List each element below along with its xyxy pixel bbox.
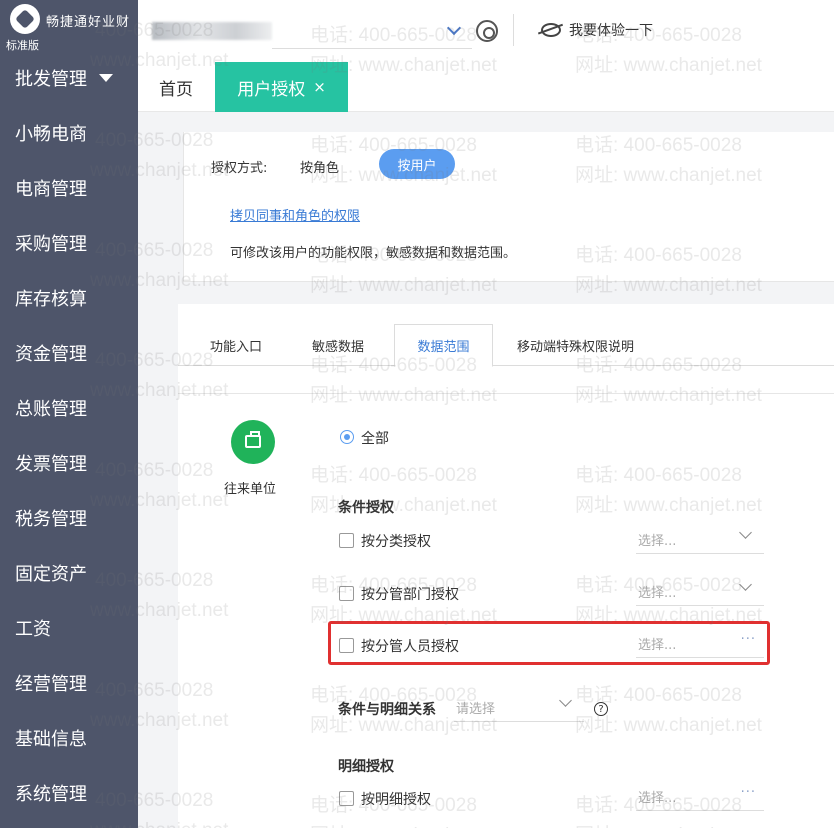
tab-mobile-permissions[interactable]: 移动端特殊权限说明 [517, 324, 634, 366]
sidebar-item-label: 基础信息 [15, 728, 87, 750]
main-content: 授权方式: 按角色 按用户 拷贝同事和角色的权限 可修改该用户的功能权限，敏感数… [138, 112, 834, 828]
briefcase-icon [245, 431, 261, 448]
tab-functions[interactable]: 功能入口 [210, 324, 262, 366]
sidebar-item-fixed-assets[interactable]: 固定资产 [0, 545, 138, 600]
permission-panel: 功能入口 敏感数据 数据范围 移动端特殊权限说明 往来单位 全部 条件授权 按分… [178, 304, 834, 828]
by-detail-label: 按明细授权 [361, 792, 431, 808]
tab-data-range[interactable]: 数据范围 [394, 324, 493, 367]
tab-label: 首页 [159, 79, 193, 100]
select-placeholder: 选择... [638, 791, 677, 806]
sidebar-item-label: 总账管理 [15, 398, 87, 420]
planet-icon [541, 23, 561, 37]
sidebar-item-xiaochang-ecommerce[interactable]: 小畅电商 [0, 105, 138, 160]
all-radio[interactable] [340, 430, 354, 444]
highlight-box [328, 621, 770, 665]
condition-auth-title: 条件授权 [338, 500, 394, 516]
relation-label: 条件与明细关系 [338, 702, 436, 718]
copy-permissions-link[interactable]: 拷贝同事和角色的权限 [230, 205, 360, 224]
sidebar-item-payroll[interactable]: 工资 [0, 600, 138, 655]
select-placeholder: 请选择 [456, 702, 496, 717]
sidebar-item-funds[interactable]: 资金管理 [0, 325, 138, 380]
header-bar: 我要体验一下 [138, 0, 834, 62]
sidebar-item-inventory[interactable]: 库存核算 [0, 270, 138, 325]
chevron-down-icon [739, 578, 752, 591]
trial-label: 我要体验一下 [569, 23, 653, 39]
auth-mode-label: 授权方式: [211, 161, 268, 176]
sidebar-item-ecommerce[interactable]: 电商管理 [0, 160, 138, 215]
sidebar-item-label: 工资 [15, 618, 51, 640]
close-icon[interactable]: × [313, 78, 326, 96]
sidebar-item-label: 采购管理 [15, 233, 87, 255]
detail-select[interactable]: 选择... ··· [636, 781, 764, 811]
by-user-option[interactable]: 按用户 [379, 149, 455, 179]
permission-tabs: 功能入口 敏感数据 数据范围 移动端特殊权限说明 [178, 324, 834, 367]
sidebar-item-system[interactable]: 系统管理 [0, 765, 138, 820]
sidebar-item-wholesale[interactable]: 批发管理 [0, 50, 138, 105]
client-object-button[interactable] [231, 420, 275, 464]
tab-home[interactable]: 首页 [159, 62, 193, 112]
header-divider [513, 14, 514, 46]
sidebar-item-label: 系统管理 [15, 783, 87, 805]
brand-logo: 畅捷通好业财 标准版 [0, 0, 138, 52]
company-name-redacted [152, 22, 272, 40]
by-category-checkbox[interactable] [339, 533, 354, 548]
help-icon[interactable]: ? [594, 702, 608, 716]
sidebar-item-label: 电商管理 [15, 178, 87, 200]
chevron-down-icon [739, 526, 752, 539]
tab-user-authorization[interactable]: 用户授权 × [215, 62, 348, 112]
sidebar-item-tax[interactable]: 税务管理 [0, 490, 138, 545]
sidebar-item-label: 库存核算 [15, 288, 87, 310]
sidebar-item-label: 固定资产 [15, 563, 87, 585]
tab-sensitive-data[interactable]: 敏感数据 [312, 324, 364, 366]
relation-select[interactable]: 请选择 [454, 692, 584, 722]
chevron-down-icon[interactable] [446, 20, 462, 36]
sidebar-item-label: 税务管理 [15, 508, 87, 530]
by-category-label: 按分类授权 [361, 534, 431, 550]
auth-mode-panel: 授权方式: 按角色 按用户 拷贝同事和角色的权限 可修改该用户的功能权限，敏感数… [183, 132, 834, 282]
sidebar-item-operations[interactable]: 经营管理 [0, 655, 138, 710]
more-dots-icon[interactable]: ··· [741, 785, 756, 800]
sidebar-item-label: 发票管理 [15, 453, 87, 475]
auth-description: 可修改该用户的功能权限，敏感数据和数据范围。 [230, 246, 517, 261]
sidebar-item-label: 批发管理 [15, 68, 87, 90]
category-select[interactable]: 选择... [636, 524, 764, 554]
by-role-option[interactable]: 按角色 [300, 157, 339, 176]
company-selector[interactable] [152, 18, 472, 49]
chevron-down-icon [559, 694, 572, 707]
department-select[interactable]: 选择... [636, 576, 764, 606]
sidebar-item-purchase[interactable]: 采购管理 [0, 215, 138, 270]
page-tabs: 首页 用户授权 × [138, 62, 834, 112]
detail-auth-title: 明细授权 [338, 759, 394, 775]
caret-down-icon [99, 73, 113, 82]
trial-button[interactable]: 我要体验一下 [541, 20, 653, 40]
sidebar-item-label: 资金管理 [15, 343, 87, 365]
company-underline [272, 48, 472, 49]
logo-icon [10, 4, 40, 34]
gear-icon[interactable] [476, 20, 498, 42]
app-window: { "brand": {"name": "畅捷通好业财", "edition":… [0, 0, 834, 828]
select-placeholder: 选择... [638, 586, 677, 601]
select-placeholder: 选择... [638, 534, 677, 549]
all-label: 全部 [361, 431, 389, 447]
by-department-checkbox[interactable] [339, 586, 354, 601]
sidebar-item-ledger[interactable]: 总账管理 [0, 380, 138, 435]
by-department-label: 按分管部门授权 [361, 587, 459, 603]
section-divider [178, 366, 834, 394]
by-detail-checkbox[interactable] [339, 791, 354, 806]
sidebar-item-label: 经营管理 [15, 673, 87, 695]
tab-label: 用户授权 [237, 79, 306, 100]
sidebar-item-basic-info[interactable]: 基础信息 [0, 710, 138, 765]
client-object-label: 往来单位 [224, 482, 277, 497]
sidebar-item-label: 小畅电商 [15, 123, 87, 145]
brand-name: 畅捷通好业财 [46, 15, 131, 30]
sidebar-item-invoice[interactable]: 发票管理 [0, 435, 138, 490]
sidebar: 畅捷通好业财 标准版 批发管理 小畅电商 电商管理 采购管理 库存核算 资金管理… [0, 0, 138, 828]
